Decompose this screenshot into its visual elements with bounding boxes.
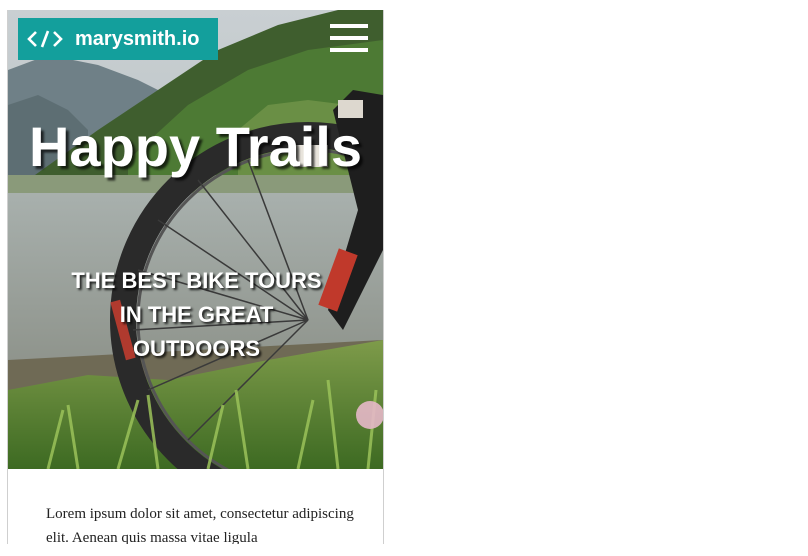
logo-text: marysmith.io: [75, 27, 200, 50]
mobile-viewport: marysmith.io Happy Trails THE BEST BIKE …: [7, 10, 384, 544]
hamburger-menu-icon[interactable]: [330, 24, 368, 54]
hero-section: marysmith.io Happy Trails THE BEST BIKE …: [8, 10, 383, 469]
main-content: Lorem ipsum dolor sit amet, consectetur …: [8, 469, 383, 544]
hero-background-image: [8, 10, 383, 469]
site-logo[interactable]: marysmith.io: [18, 18, 218, 60]
hero-subtitle: THE BEST BIKE TOURS IN THE GREAT OUTDOOR…: [71, 268, 322, 361]
code-brackets-icon: [27, 30, 63, 48]
intro-paragraph: Lorem ipsum dolor sit amet, consectetur …: [46, 506, 354, 544]
hero-title: Happy Trails: [28, 115, 363, 178]
